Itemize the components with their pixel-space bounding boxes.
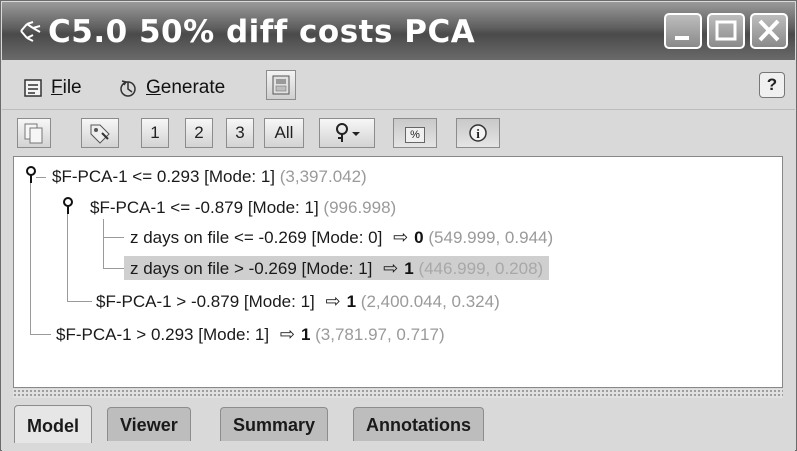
maximize-icon bbox=[715, 20, 737, 41]
node-condition: $F-PCA-1 > -0.879 bbox=[96, 292, 240, 311]
tree-leaf-node[interactable]: $F-PCA-1 > -0.879 [Mode: 1] ⇨ 1 (2,400.04… bbox=[96, 289, 500, 313]
tree-connector bbox=[68, 301, 92, 302]
file-menu-icon bbox=[24, 79, 42, 97]
node-prediction: 1 bbox=[346, 292, 357, 311]
generate-model-button[interactable] bbox=[266, 70, 296, 100]
minimize-icon bbox=[675, 36, 689, 40]
tree-pin-dropdown-icon bbox=[336, 123, 360, 142]
level-3-button[interactable]: 3 bbox=[226, 118, 254, 148]
tab-model[interactable]: Model bbox=[14, 405, 92, 443]
tree-connector bbox=[31, 334, 51, 335]
tree-view[interactable]: $F-PCA-1 <= 0.293 [Mode: 1] (3,397.042) … bbox=[13, 156, 783, 388]
node-condition: $F-PCA-1 <= 0.293 bbox=[52, 167, 200, 186]
node-stats: (549.999, 0.944) bbox=[428, 228, 554, 247]
panel-splitter[interactable] bbox=[13, 389, 783, 398]
tab-summary[interactable]: Summary bbox=[220, 407, 329, 441]
app-window: C5.0 50% diff costs PCA File Generate ? … bbox=[0, 0, 797, 451]
tree-connector bbox=[103, 219, 104, 269]
node-condition: $F-PCA-1 <= -0.879 bbox=[90, 198, 244, 217]
node-mode: [Mode: 0] bbox=[311, 228, 383, 247]
prediction-arrow-icon: ⇨ bbox=[279, 324, 295, 344]
tree-connector bbox=[67, 209, 68, 302]
prediction-arrow-icon: ⇨ bbox=[383, 258, 399, 278]
tree-leaf-node-selected[interactable]: z days on file > -0.269 [Mode: 1] ⇨ 1 (44… bbox=[124, 256, 550, 280]
file-label-rest: ile bbox=[62, 77, 82, 98]
node-stats: (3,397.042) bbox=[279, 167, 367, 186]
window-title: C5.0 50% diff costs PCA bbox=[48, 14, 476, 50]
node-prediction: 1 bbox=[404, 259, 414, 278]
node-mode: [Mode: 1] bbox=[204, 167, 276, 186]
close-button[interactable] bbox=[750, 13, 788, 49]
title-bar[interactable]: C5.0 50% diff costs PCA bbox=[2, 2, 795, 60]
node-stats: (446.999, 0.208) bbox=[418, 259, 544, 278]
info-toggle-button[interactable]: i bbox=[456, 118, 500, 148]
help-button[interactable]: ? bbox=[759, 72, 785, 98]
node-stats: (996.998) bbox=[323, 198, 397, 217]
tree-model-icon bbox=[20, 21, 41, 42]
menu-generate[interactable]: Generate bbox=[118, 76, 225, 100]
svg-text:i: i bbox=[476, 126, 480, 141]
node-condition: $F-PCA-1 > 0.293 bbox=[56, 325, 194, 344]
prediction-arrow-icon: ⇨ bbox=[325, 291, 341, 311]
tab-annotations[interactable]: Annotations bbox=[353, 407, 484, 441]
node-condition: z days on file <= -0.269 bbox=[130, 228, 307, 247]
level-2-button[interactable]: 2 bbox=[185, 118, 213, 148]
tree-node[interactable]: $F-PCA-1 <= 0.293 [Mode: 1] (3,397.042) bbox=[52, 165, 367, 189]
tree-node[interactable]: $F-PCA-1 <= -0.879 [Mode: 1] (996.998) bbox=[90, 196, 396, 220]
node-mode: [Mode: 1] bbox=[243, 292, 315, 311]
level-all-button[interactable]: All bbox=[264, 118, 304, 148]
tree-connector bbox=[30, 177, 31, 335]
node-mode: [Mode: 1] bbox=[198, 325, 270, 344]
copy-button[interactable] bbox=[17, 118, 51, 148]
menu-file[interactable]: File bbox=[23, 76, 82, 100]
prediction-arrow-icon: ⇨ bbox=[393, 227, 409, 247]
node-stats: (3,781.97, 0.717) bbox=[315, 325, 445, 344]
file-mnemonic: F bbox=[51, 77, 63, 98]
tree-connector bbox=[104, 268, 124, 269]
node-mode: [Mode: 1] bbox=[247, 198, 319, 217]
node-mode: [Mode: 1] bbox=[301, 259, 373, 278]
node-stats: (2,400.044, 0.324) bbox=[360, 292, 500, 311]
minimize-button[interactable] bbox=[664, 13, 702, 49]
generate-mnemonic: G bbox=[146, 77, 161, 98]
node-condition: z days on file > -0.269 bbox=[130, 259, 297, 278]
tab-viewer[interactable]: Viewer bbox=[107, 407, 191, 441]
tree-view-dropdown[interactable] bbox=[319, 118, 375, 148]
tree-connector bbox=[104, 237, 124, 238]
generate-menu-icon bbox=[120, 80, 136, 97]
model-nugget-icon bbox=[272, 75, 290, 95]
info-icon: i bbox=[469, 124, 487, 142]
tag-select-icon bbox=[90, 124, 110, 144]
close-icon bbox=[758, 19, 780, 42]
tree-leaf-node[interactable]: $F-PCA-1 > 0.293 [Mode: 1] ⇨ 1 (3,781.97,… bbox=[56, 322, 445, 346]
node-prediction: 1 bbox=[300, 325, 311, 344]
select-tool-button[interactable] bbox=[81, 118, 119, 148]
maximize-button[interactable] bbox=[707, 13, 745, 49]
tab-bar: Model Viewer Summary Annotations bbox=[2, 399, 795, 451]
node-prediction: 0 bbox=[414, 228, 424, 247]
generate-label-rest: enerate bbox=[160, 77, 226, 98]
level-1-button[interactable]: 1 bbox=[141, 118, 169, 148]
percent-label: % bbox=[405, 127, 425, 143]
collapse-node-icon[interactable] bbox=[61, 196, 75, 216]
tree-leaf-node[interactable]: z days on file <= -0.269 [Mode: 0] ⇨ 0 (5… bbox=[130, 225, 553, 249]
copy-icon bbox=[24, 123, 43, 144]
percent-toggle-button[interactable]: % bbox=[393, 118, 437, 148]
collapse-node-icon[interactable] bbox=[24, 165, 38, 185]
